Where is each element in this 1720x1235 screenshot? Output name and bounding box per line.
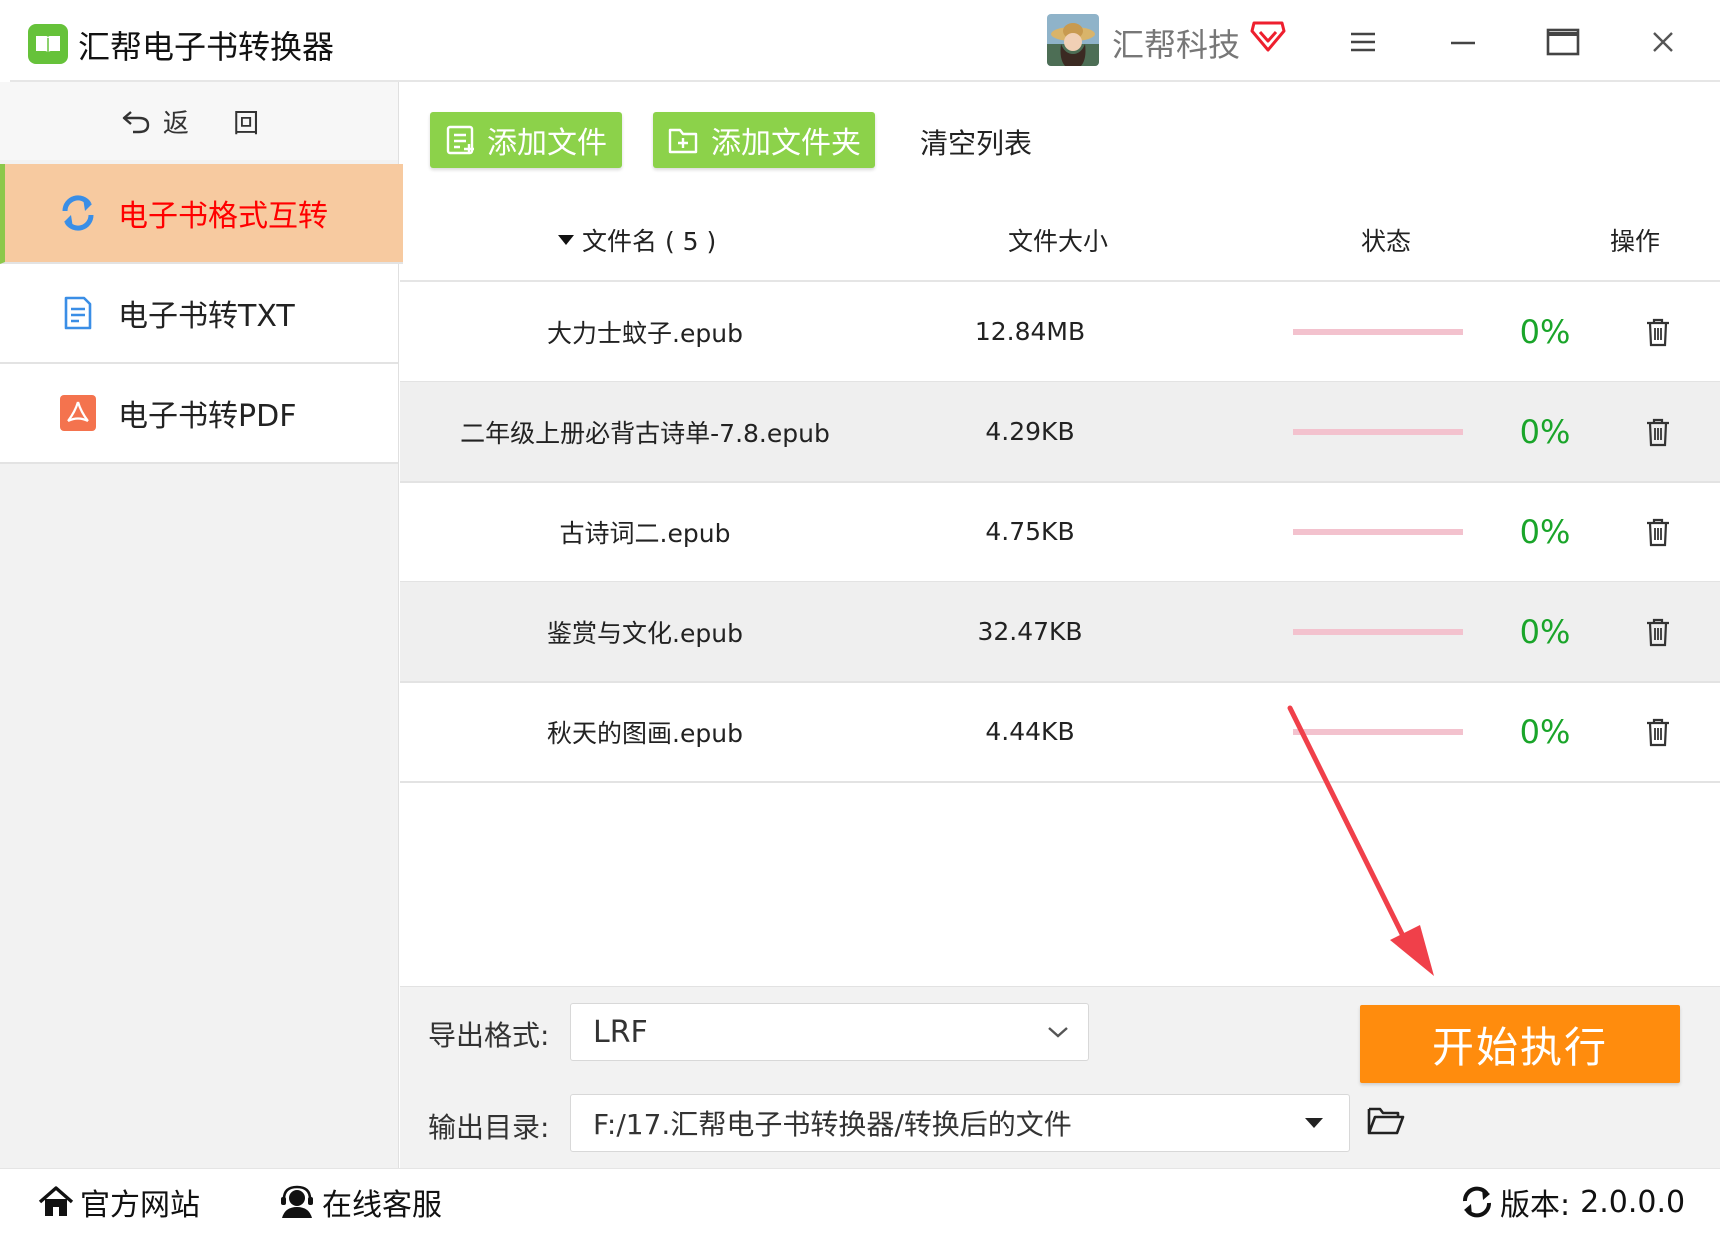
add-folder-label: 添加文件夹 [711,126,861,161]
sidebar-item-label: 电子书转PDF [118,399,297,434]
progress-percent: 0% [1519,612,1571,651]
output-dir-select[interactable]: F:/17.汇帮电子书转换器/转换后的文件 [570,1094,1350,1152]
sidebar-item-label: 电子书转TXT [118,299,295,334]
official-website-label: 官方网站 [80,1188,200,1223]
file-name: 二年级上册必背古诗单-7.8.epub [460,418,830,448]
online-support-label: 在线客服 [322,1188,442,1223]
progress-bar [1293,582,1463,681]
column-header-name-label: 文件名 ( 5 ) [582,227,717,256]
add-folder-icon [668,128,698,154]
table-row[interactable]: 秋天的图画.epub 4.44KB 0% [400,682,1720,783]
app-title: 汇帮电子书转换器 [78,28,335,66]
file-name: 大力士蚊子.epub [547,318,743,348]
vip-diamond-icon[interactable] [1250,20,1286,56]
delete-button[interactable] [1608,682,1708,781]
sidebar-item-format-convert[interactable]: 电子书格式互转 [0,164,403,264]
version-label: 版本: [1500,1188,1571,1223]
sidebar-item-label: 电子书格式互转 [118,199,328,234]
column-header-name[interactable]: 文件名 ( 5 ) [556,222,716,258]
browse-folder-button[interactable] [1366,1104,1406,1142]
file-size: 4.44KB [985,717,1075,746]
file-name: 秋天的图画.epub [547,718,743,748]
start-button[interactable]: 开始执行 [1360,1005,1680,1083]
delete-button[interactable] [1608,282,1708,381]
column-header-size: 文件大小 [1008,227,1109,256]
column-header-status: 状态 [1361,227,1412,256]
progress-bar [1293,482,1463,581]
add-file-icon [446,125,474,155]
headset-icon [281,1185,313,1218]
file-size: 12.84MB [974,317,1086,346]
dropdown-caret-icon [1305,1118,1323,1128]
pdf-icon [58,393,98,433]
sort-caret-icon [558,235,574,245]
version-value: 2.0.0.0 [1580,1184,1686,1220]
progress-percent: 0% [1519,712,1571,751]
progress-bar [1293,282,1463,381]
home-icon [38,1186,74,1216]
trash-icon [1647,618,1669,646]
user-avatar[interactable] [1047,14,1099,66]
document-icon [58,293,98,333]
file-size: 4.29KB [985,417,1075,446]
back-arrow-icon [122,111,150,134]
progress-percent: 0% [1519,512,1571,551]
sidebar-item-to-pdf[interactable]: 电子书转PDF [0,364,398,464]
menu-icon[interactable] [1338,18,1388,66]
trash-icon [1647,418,1669,446]
sidebar-item-to-txt[interactable]: 电子书转TXT [0,264,398,364]
clear-list-button[interactable]: 清空列表 [920,122,1032,162]
annotation-arrow [1287,705,1434,976]
table-row[interactable]: 二年级上册必背古诗单-7.8.epub 4.29KB 0% [400,382,1720,483]
chevron-down-icon [1048,1027,1068,1038]
back-label: 返 回 [162,108,278,139]
brand-name: 汇帮科技 [1112,26,1241,64]
table-row[interactable]: 鉴赏与文化.epub 32.47KB 0% [400,582,1720,683]
version-info: 版本: 2.0.0.0 [1460,1180,1685,1224]
export-format-select[interactable]: LRF [570,1003,1089,1061]
table-row[interactable]: 古诗词二.epub 4.75KB 0% [400,482,1720,583]
output-dir-label: 输出目录: [428,1111,550,1144]
file-size: 32.47KB [977,617,1083,646]
update-icon [1462,1186,1492,1218]
app-logo-icon [28,24,68,64]
trash-icon [1647,718,1669,746]
delete-button[interactable] [1608,482,1708,581]
open-folder-icon [1367,1107,1405,1135]
export-format-value: LRF [593,1014,648,1050]
trash-icon [1647,318,1669,346]
file-name: 鉴赏与文化.epub [547,618,743,648]
back-button[interactable]: 返 回 [0,82,398,160]
add-folder-button[interactable]: 添加文件夹 [653,112,875,168]
progress-percent: 0% [1519,412,1571,451]
progress-percent: 0% [1519,312,1571,351]
minimize-button[interactable] [1438,18,1488,66]
delete-button[interactable] [1608,582,1708,681]
column-header-action: 操作 [1610,227,1661,256]
official-website-link[interactable]: 官方网站 [38,1180,200,1224]
add-file-label: 添加文件 [487,126,607,161]
file-size: 4.75KB [985,517,1075,546]
sidebar: 返 回 电子书格式互转 电子书转TXT 电子书转PDF [0,82,403,1168]
online-support-link[interactable]: 在线客服 [278,1180,442,1224]
export-format-label: 导出格式: [428,1019,550,1052]
refresh-icon [58,193,98,233]
delete-button[interactable] [1608,382,1708,481]
progress-bar [1293,382,1463,481]
trash-icon [1647,518,1669,546]
output-dir-value: F:/17.汇帮电子书转换器/转换后的文件 [593,1108,1072,1141]
file-name: 古诗词二.epub [559,518,731,548]
table-row[interactable]: 大力士蚊子.epub 12.84MB 0% [400,282,1720,383]
maximize-button[interactable] [1538,18,1588,66]
add-file-button[interactable]: 添加文件 [430,112,622,168]
close-button[interactable] [1638,18,1688,66]
